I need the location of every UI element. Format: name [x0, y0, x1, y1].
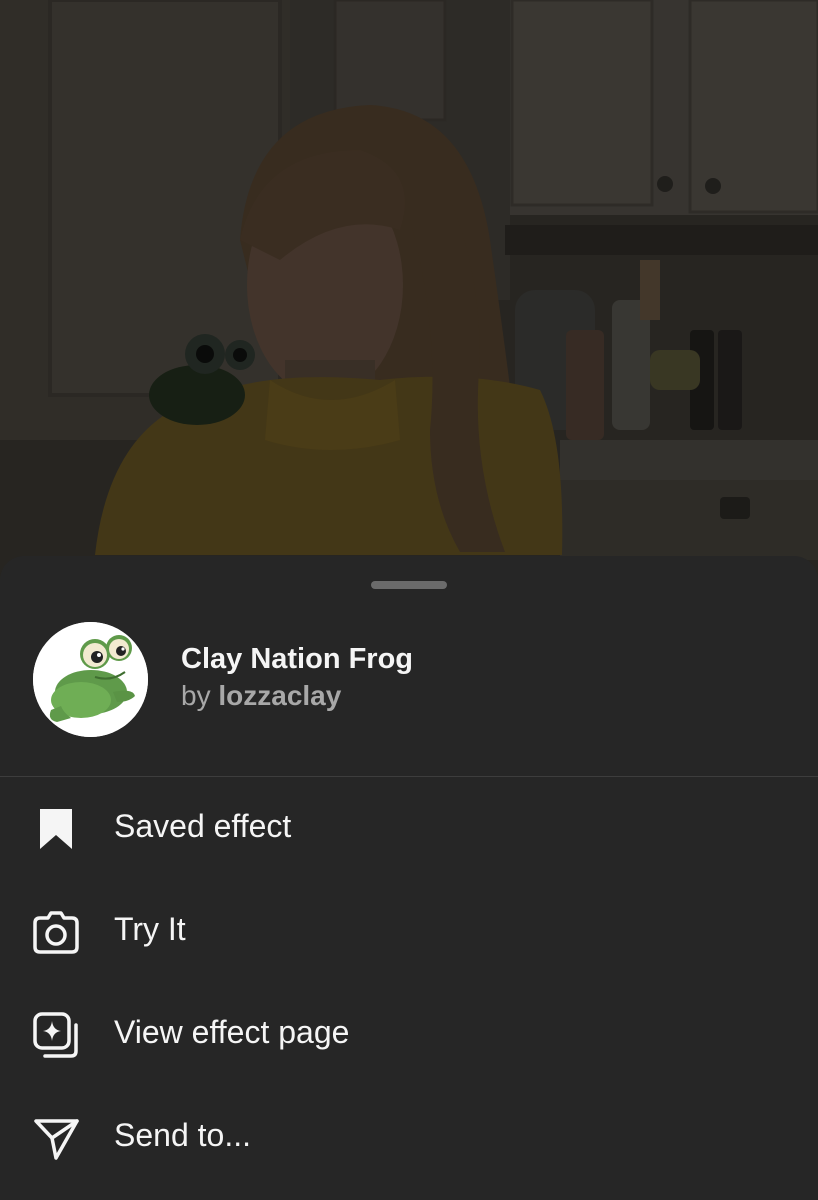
send-to-label: Send to... [114, 1117, 251, 1153]
screen: Clay Nation Frog by lozzaclay Saved effe… [0, 0, 818, 1200]
view-effect-page-label: View effect page [114, 1014, 350, 1050]
bookmark-filled-icon [32, 805, 80, 853]
try-it-button[interactable]: Try It [0, 886, 818, 976]
saved-effect-button[interactable]: Saved effect [0, 783, 818, 873]
effect-author-prefix: by [181, 680, 211, 711]
saved-effect-label: Saved effect [114, 808, 292, 844]
effect-author[interactable]: by lozzaclay [181, 680, 341, 712]
view-effect-page-button[interactable]: View effect page [0, 989, 818, 1079]
camera-icon [32, 908, 80, 956]
sheet-drag-handle[interactable] [371, 581, 447, 589]
effect-thumbnail[interactable] [33, 622, 148, 737]
effect-header[interactable]: Clay Nation Frog by lozzaclay [0, 622, 818, 742]
frog-effect-thumbnail-icon [33, 622, 148, 737]
send-icon [32, 1114, 80, 1162]
send-to-button[interactable]: Send to... [0, 1092, 818, 1182]
effect-author-handle[interactable]: lozzaclay [218, 680, 341, 711]
effect-options-sheet: Clay Nation Frog by lozzaclay Saved effe… [0, 556, 818, 1200]
camera-preview-illustration [0, 0, 818, 600]
divider [0, 776, 818, 777]
effect-sparkle-icon [32, 1011, 80, 1059]
camera-preview [0, 0, 818, 600]
effect-title: Clay Nation Frog [181, 643, 414, 675]
try-it-label: Try It [114, 911, 186, 947]
